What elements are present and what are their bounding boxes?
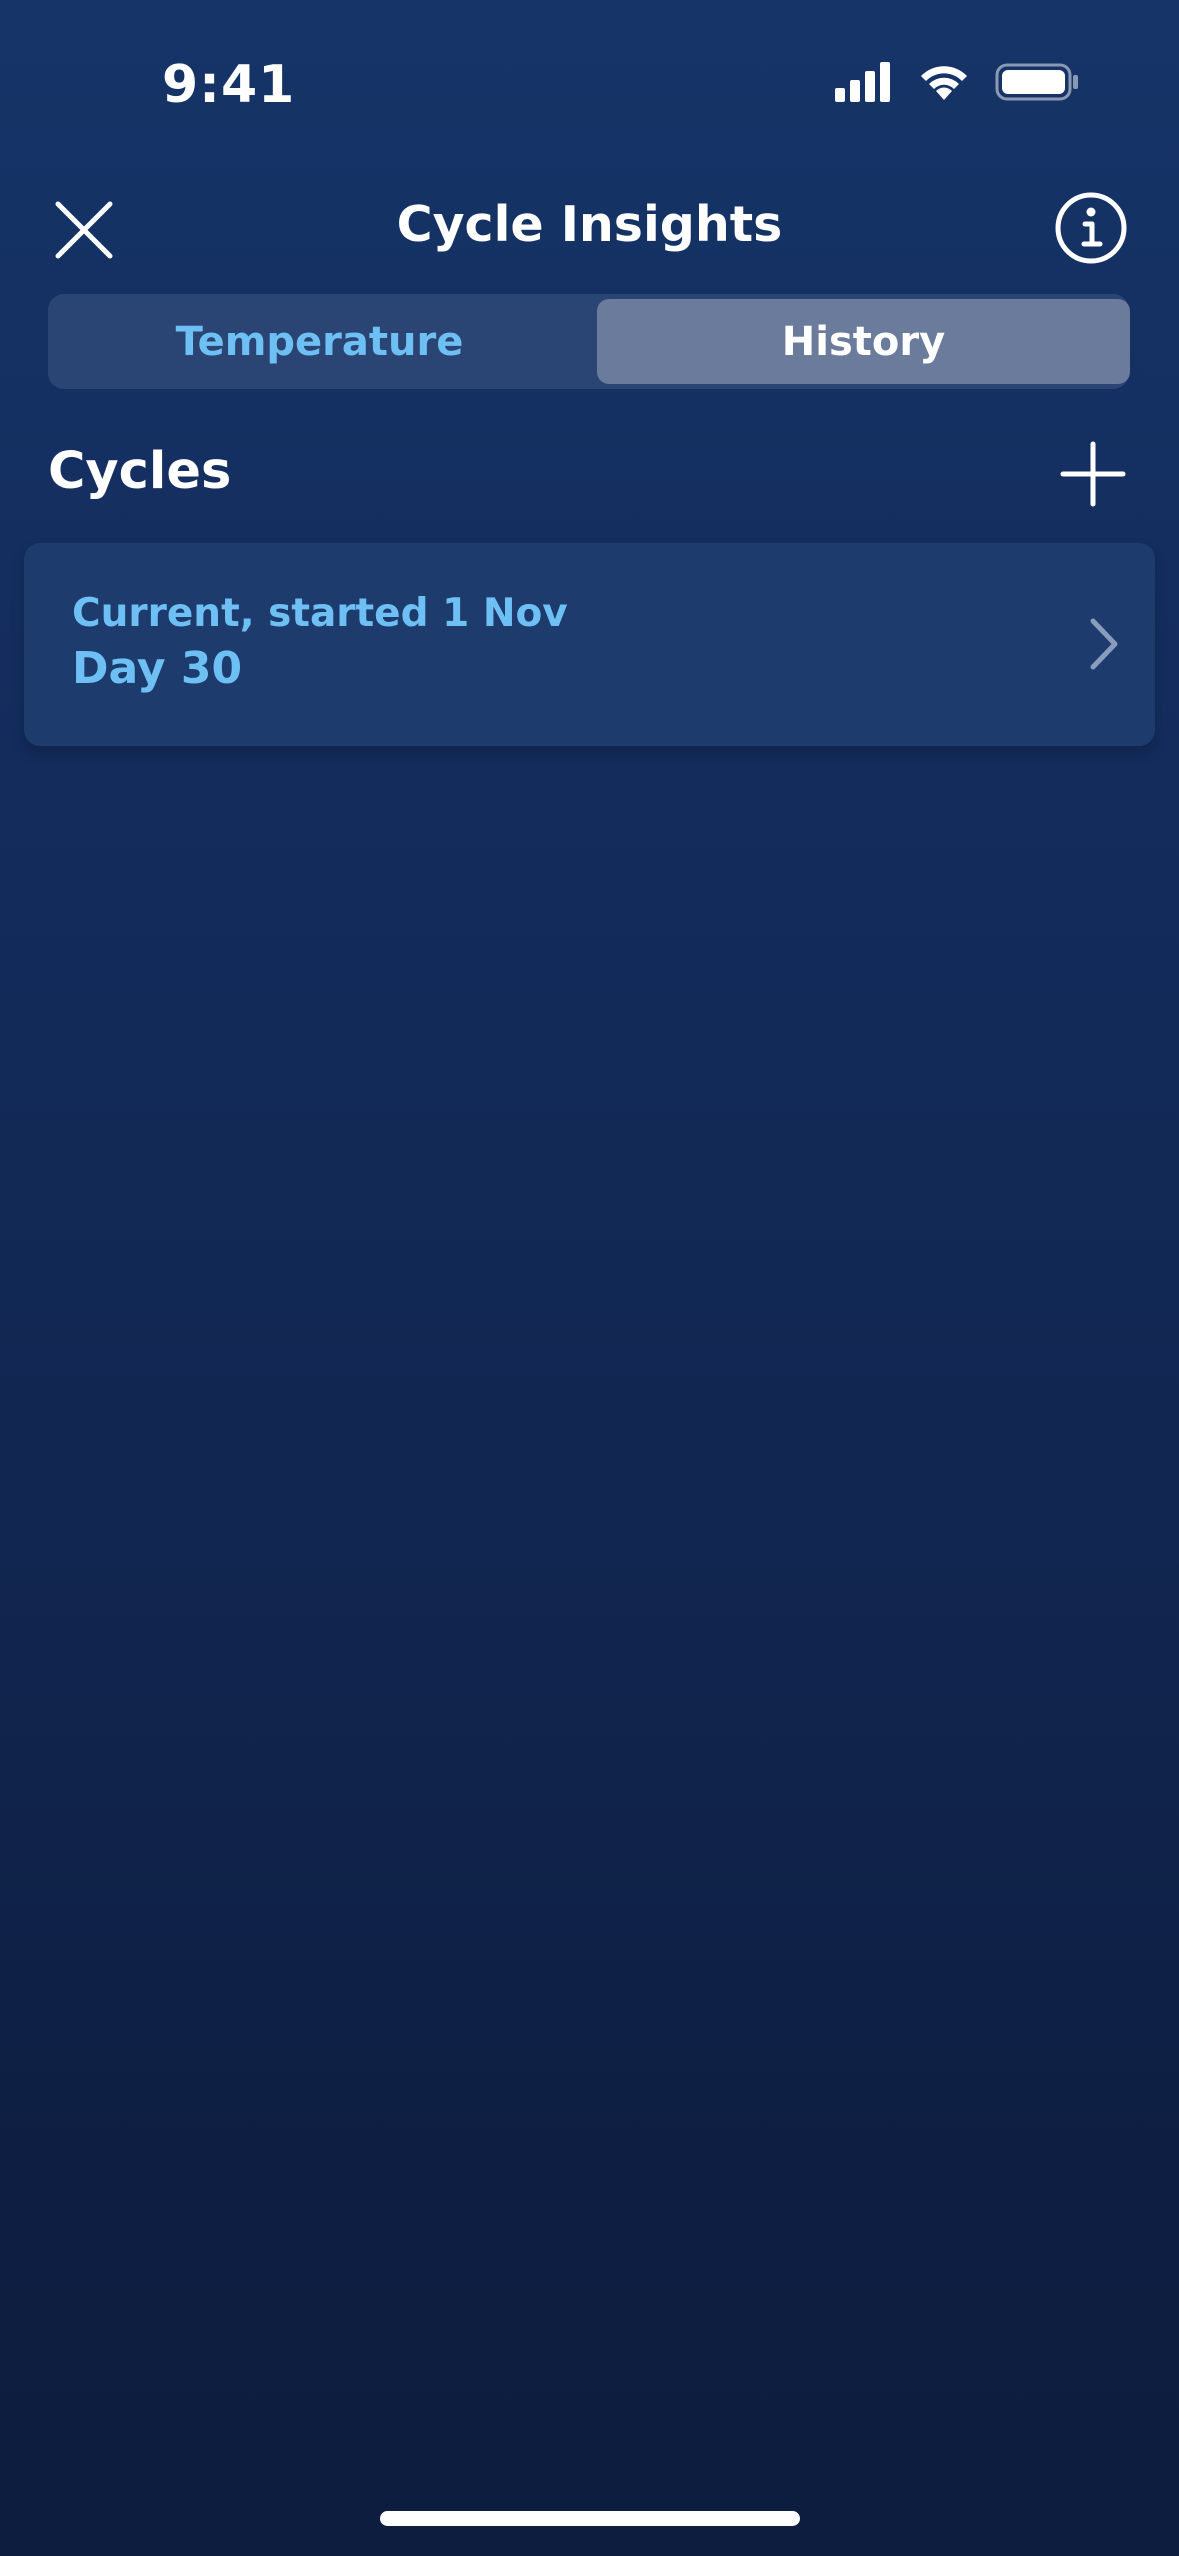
cycle-list-item[interactable]: Current, started 1 Nov Day 30 (24, 543, 1155, 746)
cellular-signal-icon (835, 62, 890, 102)
battery-icon (995, 63, 1078, 101)
nav-bar: Cycle Insights (0, 180, 1179, 272)
chevron-right-icon (1090, 618, 1118, 670)
plus-icon (1060, 441, 1126, 507)
status-icons (833, 62, 1079, 102)
status-time: 9:41 (162, 55, 296, 115)
home-indicator (380, 2511, 800, 2526)
info-icon (1055, 192, 1127, 264)
cycle-day: Day 30 (72, 643, 243, 694)
cycles-section-header: Cycles (48, 438, 1129, 518)
status-bar: 9:41 (0, 0, 1179, 150)
section-title: Cycles (48, 442, 232, 501)
info-button[interactable] (1051, 188, 1131, 268)
cycle-subtitle: Current, started 1 Nov (72, 591, 568, 636)
wifi-icon (921, 66, 967, 100)
tab-temperature[interactable]: Temperature (53, 299, 586, 384)
page-title: Cycle Insights (396, 196, 783, 253)
add-cycle-button[interactable] (1057, 438, 1129, 510)
tab-history[interactable]: History (597, 299, 1130, 384)
segmented-control: Temperature History (48, 294, 1130, 389)
